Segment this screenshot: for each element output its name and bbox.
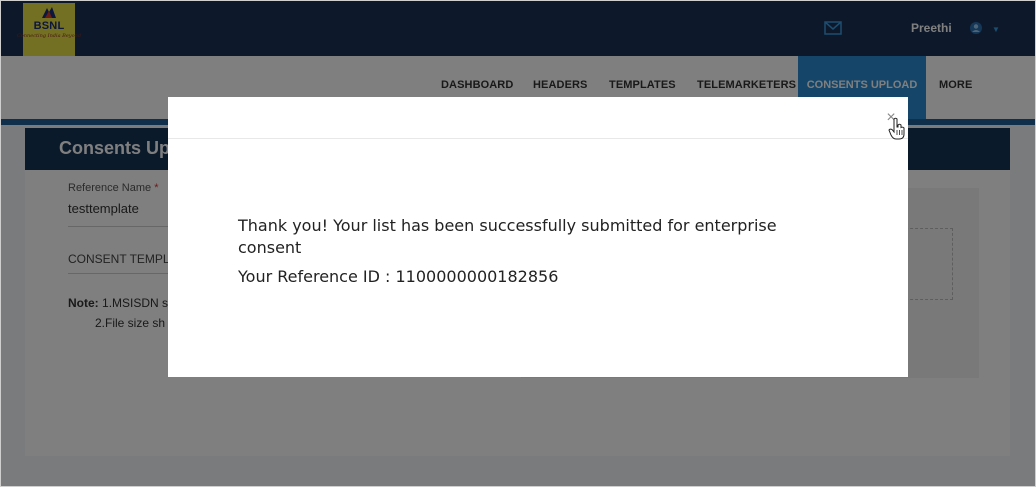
app-window: BSNL Connecting India Beyond Preethi ▼ D… <box>0 0 1036 487</box>
reference-id: Your Reference ID : 1100000000182856 <box>238 267 559 286</box>
close-icon[interactable]: × <box>884 110 898 126</box>
success-message: Thank you! Your list has been successful… <box>238 216 777 257</box>
success-modal: × Thank you! Your list has been successf… <box>168 97 908 377</box>
modal-header <box>168 97 908 139</box>
